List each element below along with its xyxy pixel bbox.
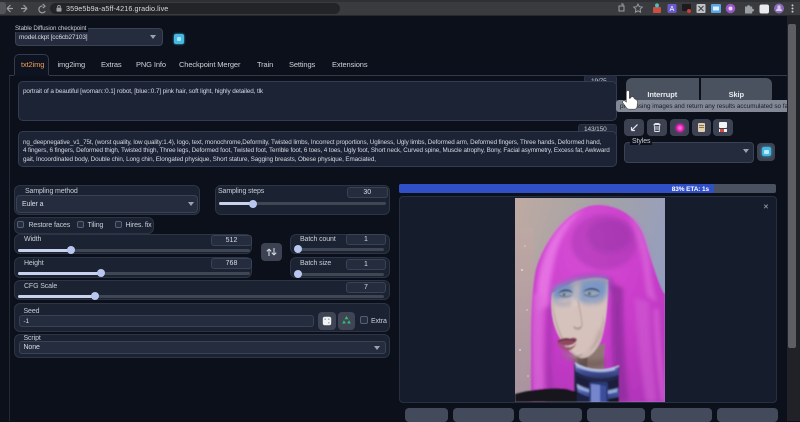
svg-text:A: A [670, 6, 675, 13]
